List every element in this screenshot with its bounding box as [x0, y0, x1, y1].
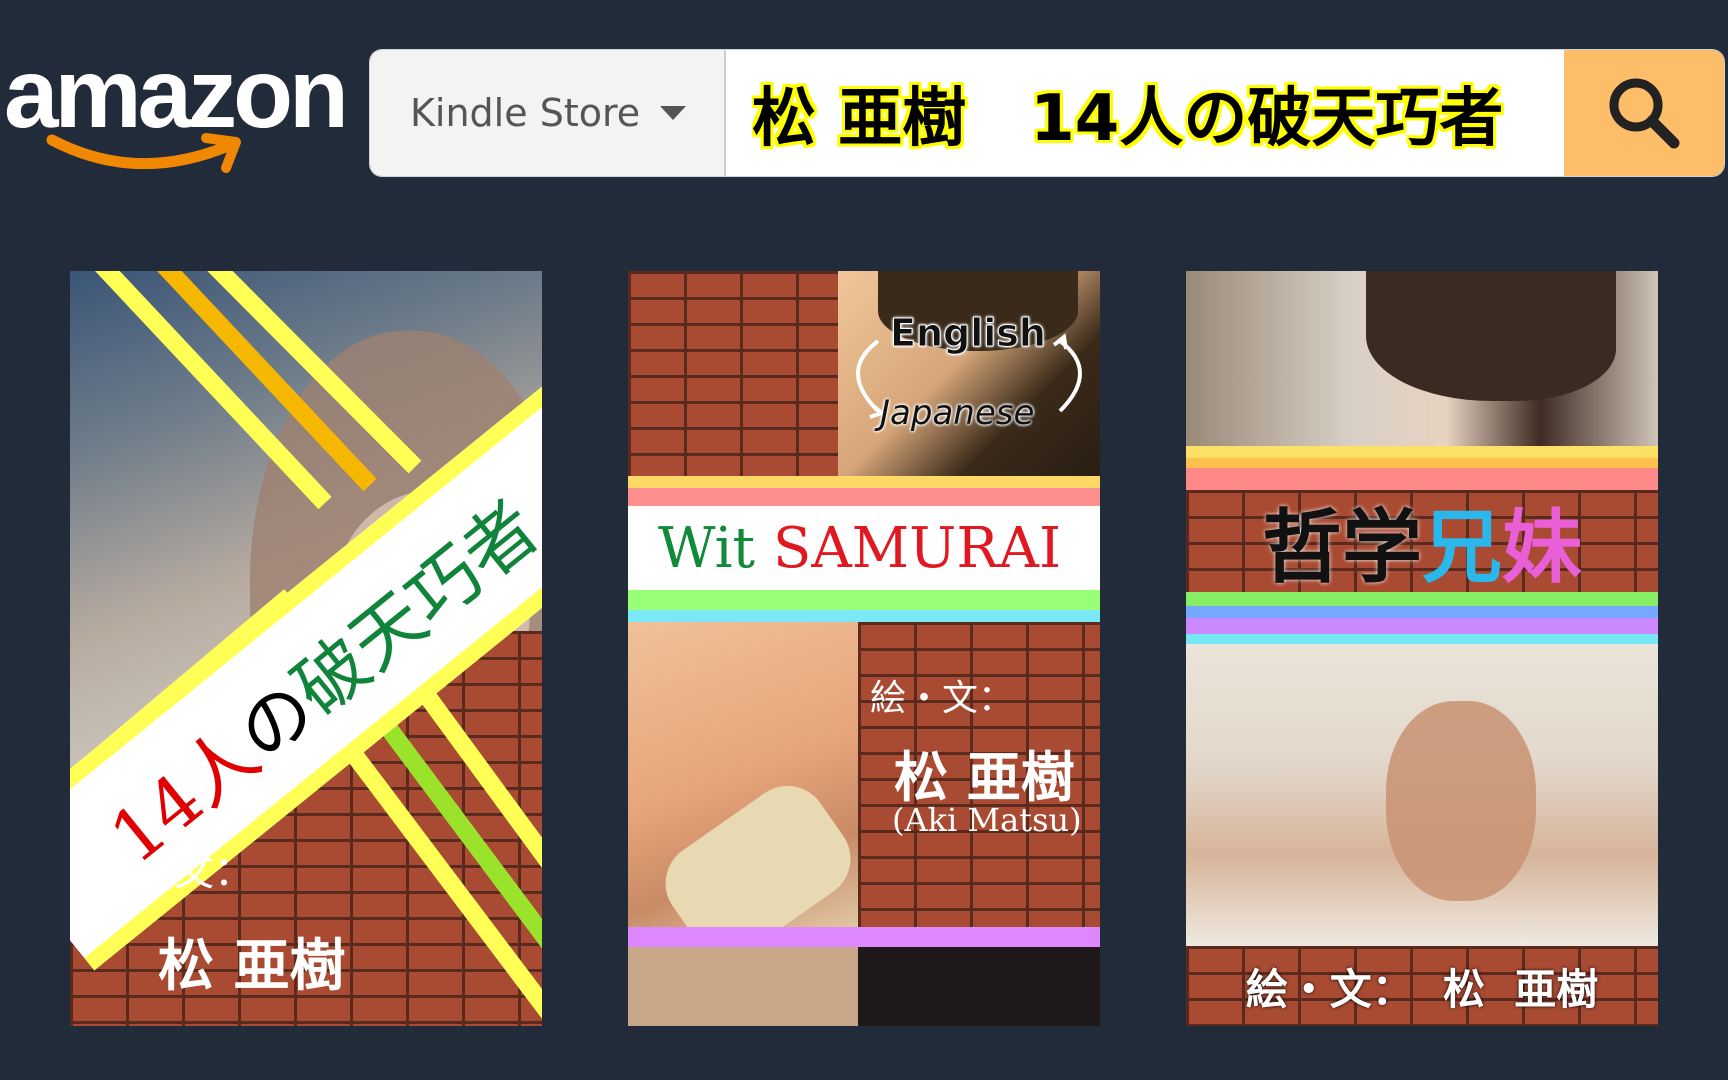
search-button[interactable]	[1564, 50, 1724, 176]
credit-label: 絵・文：	[870, 678, 1015, 719]
book-title-part-1: Wit	[658, 515, 755, 581]
credit-brick: 絵・文： 松 亜樹	[1186, 946, 1658, 1026]
department-dropdown[interactable]: Kindle Store	[370, 50, 726, 176]
dark-footer-left	[628, 947, 858, 1026]
face-shape	[1386, 701, 1536, 901]
stripe-violet	[1186, 618, 1658, 634]
dark-footer	[858, 947, 1100, 1026]
title-bar: Wit SAMURAI	[628, 506, 1100, 590]
author-name: 松 亜樹	[158, 933, 346, 999]
department-label: Kindle Store	[410, 91, 641, 135]
search-icon	[1609, 78, 1680, 149]
badge-top: English	[890, 311, 1047, 356]
stripe-yellow	[1186, 446, 1658, 458]
stripe-pink	[628, 488, 1100, 506]
stripe-blue	[1186, 606, 1658, 618]
book-cover-3[interactable]: 哲学 兄 妹 絵・文： 松 亜樹	[1186, 271, 1658, 1026]
stripe-yellow	[628, 476, 1100, 488]
badge-bottom: Japanese	[880, 393, 1035, 433]
search-field-wrapper	[726, 50, 1564, 176]
stripe-cyan	[628, 610, 1100, 622]
book-title-part-2: SAMURAI	[773, 515, 1062, 581]
book-cover-1[interactable]: 14人 の 破天巧者 絵・文： 松 亜樹	[70, 271, 542, 1026]
stripe-violet	[628, 927, 1100, 947]
search-bar: Kindle Store	[370, 50, 1724, 176]
hair-shape	[1366, 271, 1616, 401]
chevron-down-icon	[660, 106, 687, 120]
title-brick: 哲学 兄 妹	[1186, 490, 1658, 594]
author-romaji: (Aki Matsu)	[892, 801, 1082, 839]
credit-text: 絵・文： 松 亜樹	[1245, 964, 1599, 1014]
brick-wall-top	[628, 271, 838, 476]
stripe-green	[628, 590, 1100, 610]
logo-smile-icon	[46, 133, 241, 173]
search-input[interactable]	[750, 75, 1564, 151]
stripe-green	[1186, 592, 1658, 606]
stripe-cyan	[1186, 634, 1658, 644]
amazon-logo[interactable]: amazon	[4, 44, 356, 183]
credit-label: 絵・文：	[94, 849, 254, 895]
book-title-part-3: 妹	[1502, 500, 1582, 594]
book-title-part-2: 兄	[1422, 500, 1502, 594]
book-title-part-1: 哲学	[1262, 500, 1422, 594]
stripe-orange	[1186, 458, 1658, 468]
book-cover-2[interactable]: English Japanese Wit SAMURAI 絵・文： 松 亜樹 (…	[628, 271, 1100, 1026]
